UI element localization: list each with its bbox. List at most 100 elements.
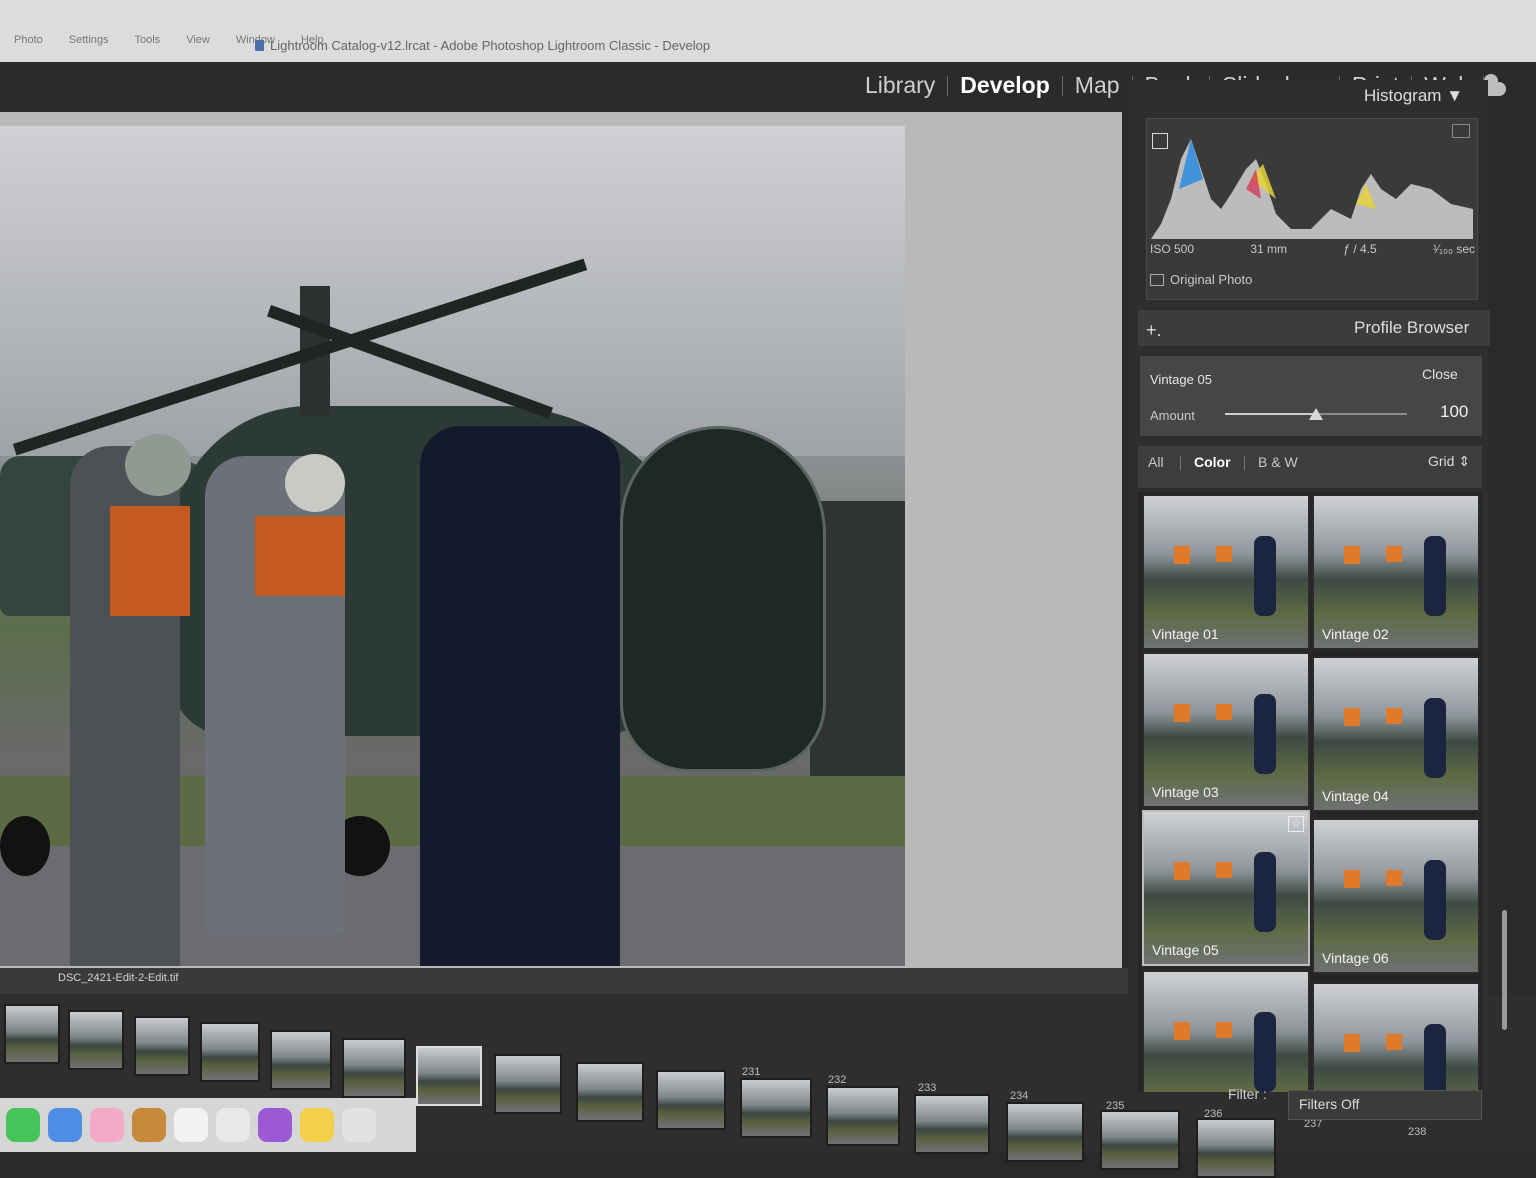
photo-life-vest [255,516,345,596]
histogram-title[interactable]: Histogram ▼ [1364,86,1463,106]
photo-helmet [285,454,345,512]
tile-figure [1254,694,1276,774]
stepper-icon: ⇕ [1458,453,1471,469]
module-develop[interactable]: Develop [948,72,1061,99]
filmstrip-filename[interactable]: DSC_2421-Edit-2-Edit.tif [58,972,178,984]
filmstrip-thumb[interactable] [270,1030,332,1090]
window-title-text: Lightroom Catalog-v12.lrcat - Adobe Phot… [270,38,711,53]
filmstrip-thumb[interactable] [1006,1102,1084,1162]
profile-grid-scrollbar[interactable] [1502,910,1507,1030]
notes-app-icon[interactable] [300,1108,334,1142]
app-menubar: Photo Settings Tools View Window Help Li… [0,0,1536,62]
tile-figure [1424,860,1446,940]
close-button[interactable]: Close [1422,366,1458,382]
appstore-app-icon[interactable] [48,1108,82,1142]
filter-color[interactable]: Color [1194,454,1231,470]
favorite-star-icon[interactable]: ☆ [1288,816,1304,832]
profile-browser-title: Profile Browser [1354,318,1470,337]
profile-tile[interactable]: Vintage 06 [1312,818,1480,974]
main-photo[interactable] [0,126,905,966]
tile-vest [1216,704,1232,720]
profile-tile[interactable]: Vintage 02 [1312,494,1480,650]
add-icon[interactable]: +. [1146,320,1162,341]
messages-app-icon[interactable] [6,1108,40,1142]
filmstrip-thumb[interactable] [914,1094,990,1154]
exif-focal-length: 31 mm [1250,242,1288,256]
menu-item-tools[interactable]: Tools [135,34,161,46]
amount-value[interactable]: 100 [1440,402,1468,422]
photo-person [420,426,620,966]
podcasts-app-icon[interactable] [258,1108,292,1142]
app-icon[interactable] [342,1108,376,1142]
filmstrip-thumb[interactable] [656,1070,726,1130]
tile-vest [1386,1034,1402,1050]
amount-slider-thumb[interactable] [1309,408,1323,420]
profile-tile[interactable] [1142,970,1310,1092]
photo-life-vest [110,506,190,616]
view-mode-select[interactable]: Grid ⇕ [1428,453,1470,470]
original-photo-checkbox[interactable] [1150,273,1164,286]
menu-item-photo[interactable]: Photo [14,34,43,46]
profile-tile-selected[interactable]: ☆ Vintage 05 [1142,810,1310,966]
filmstrip-thumb-selected[interactable] [416,1046,482,1106]
filmstrip-thumb[interactable] [200,1022,260,1082]
tile-figure [1424,698,1446,778]
profile-tile-name: Vintage 06 [1322,950,1389,966]
catalog-icon [255,40,264,51]
tile-vest [1344,870,1360,888]
filmstrip-thumb[interactable] [494,1054,562,1114]
exif-aperture: ƒ / 4.5 [1343,242,1377,256]
profile-tile-name: Vintage 03 [1152,784,1219,800]
filmstrip-thumb[interactable] [1196,1118,1276,1178]
view-mode-label: Grid [1428,453,1455,469]
shadow-clipping-icon[interactable] [1152,133,1168,149]
profile-tile-name: Vintage 05 [1152,942,1219,958]
filter-divider [1244,456,1245,470]
filmstrip-thumb-number: 235 [1106,1100,1125,1112]
original-photo-toggle[interactable]: Original Photo [1150,272,1252,287]
tile-vest [1386,870,1402,886]
profile-tile-name: Vintage 02 [1322,626,1389,642]
app-icon[interactable] [132,1108,166,1142]
profile-tile-name: Vintage 04 [1322,788,1389,804]
photo-wheel [0,816,50,876]
photos-app-icon[interactable] [90,1108,124,1142]
filmstrip-thumb[interactable] [1100,1110,1180,1170]
tile-vest [1344,708,1360,726]
filter-divider [1180,456,1181,470]
tile-figure [1254,852,1276,932]
module-map[interactable]: Map [1063,72,1132,99]
profile-tile[interactable]: Vintage 04 [1312,656,1480,812]
highlight-clipping-icon[interactable] [1452,124,1470,138]
filmstrip-thumb[interactable] [826,1086,900,1146]
filter-all[interactable]: All [1148,454,1164,470]
profile-tile[interactable]: Vintage 01 [1142,494,1310,650]
menu-item-settings[interactable]: Settings [69,34,109,46]
exif-shutter: ¹⁄₁₀₀ sec [1432,242,1475,256]
filmstrip-thumb[interactable] [68,1010,124,1070]
filmstrip-thumb[interactable] [740,1078,812,1138]
window-title: Lightroom Catalog-v12.lrcat - Adobe Phot… [255,38,710,53]
menu-item-view[interactable]: View [186,34,210,46]
reminders-app-icon[interactable] [216,1108,250,1142]
collapse-triangle-icon[interactable]: ▼ [1446,86,1463,105]
tile-vest [1174,862,1190,880]
filmstrip-thumb-number: 233 [918,1082,937,1094]
filmstrip-thumb[interactable] [576,1062,644,1122]
filter-bw[interactable]: B & W [1258,454,1298,470]
filmstrip-filter-select[interactable]: Filters Off [1288,1090,1482,1120]
filmstrip-thumb[interactable] [134,1016,190,1076]
histogram-graph [1151,139,1473,239]
filmstrip-thumb[interactable] [4,1004,60,1064]
profile-tile[interactable] [1312,982,1480,1092]
filmstrip-thumb-number: 234 [1010,1090,1029,1102]
filmstrip-thumb[interactable] [342,1038,406,1098]
photo-helicopter-cockpit [620,426,826,772]
filmstrip-thumb-number: 236 [1204,1108,1223,1120]
tile-vest [1216,1022,1232,1038]
module-library[interactable]: Library [853,72,947,99]
tile-figure [1254,536,1276,616]
tile-vest [1216,862,1232,878]
calendar-app-icon[interactable] [174,1108,208,1142]
profile-tile[interactable]: Vintage 03 [1142,652,1310,808]
